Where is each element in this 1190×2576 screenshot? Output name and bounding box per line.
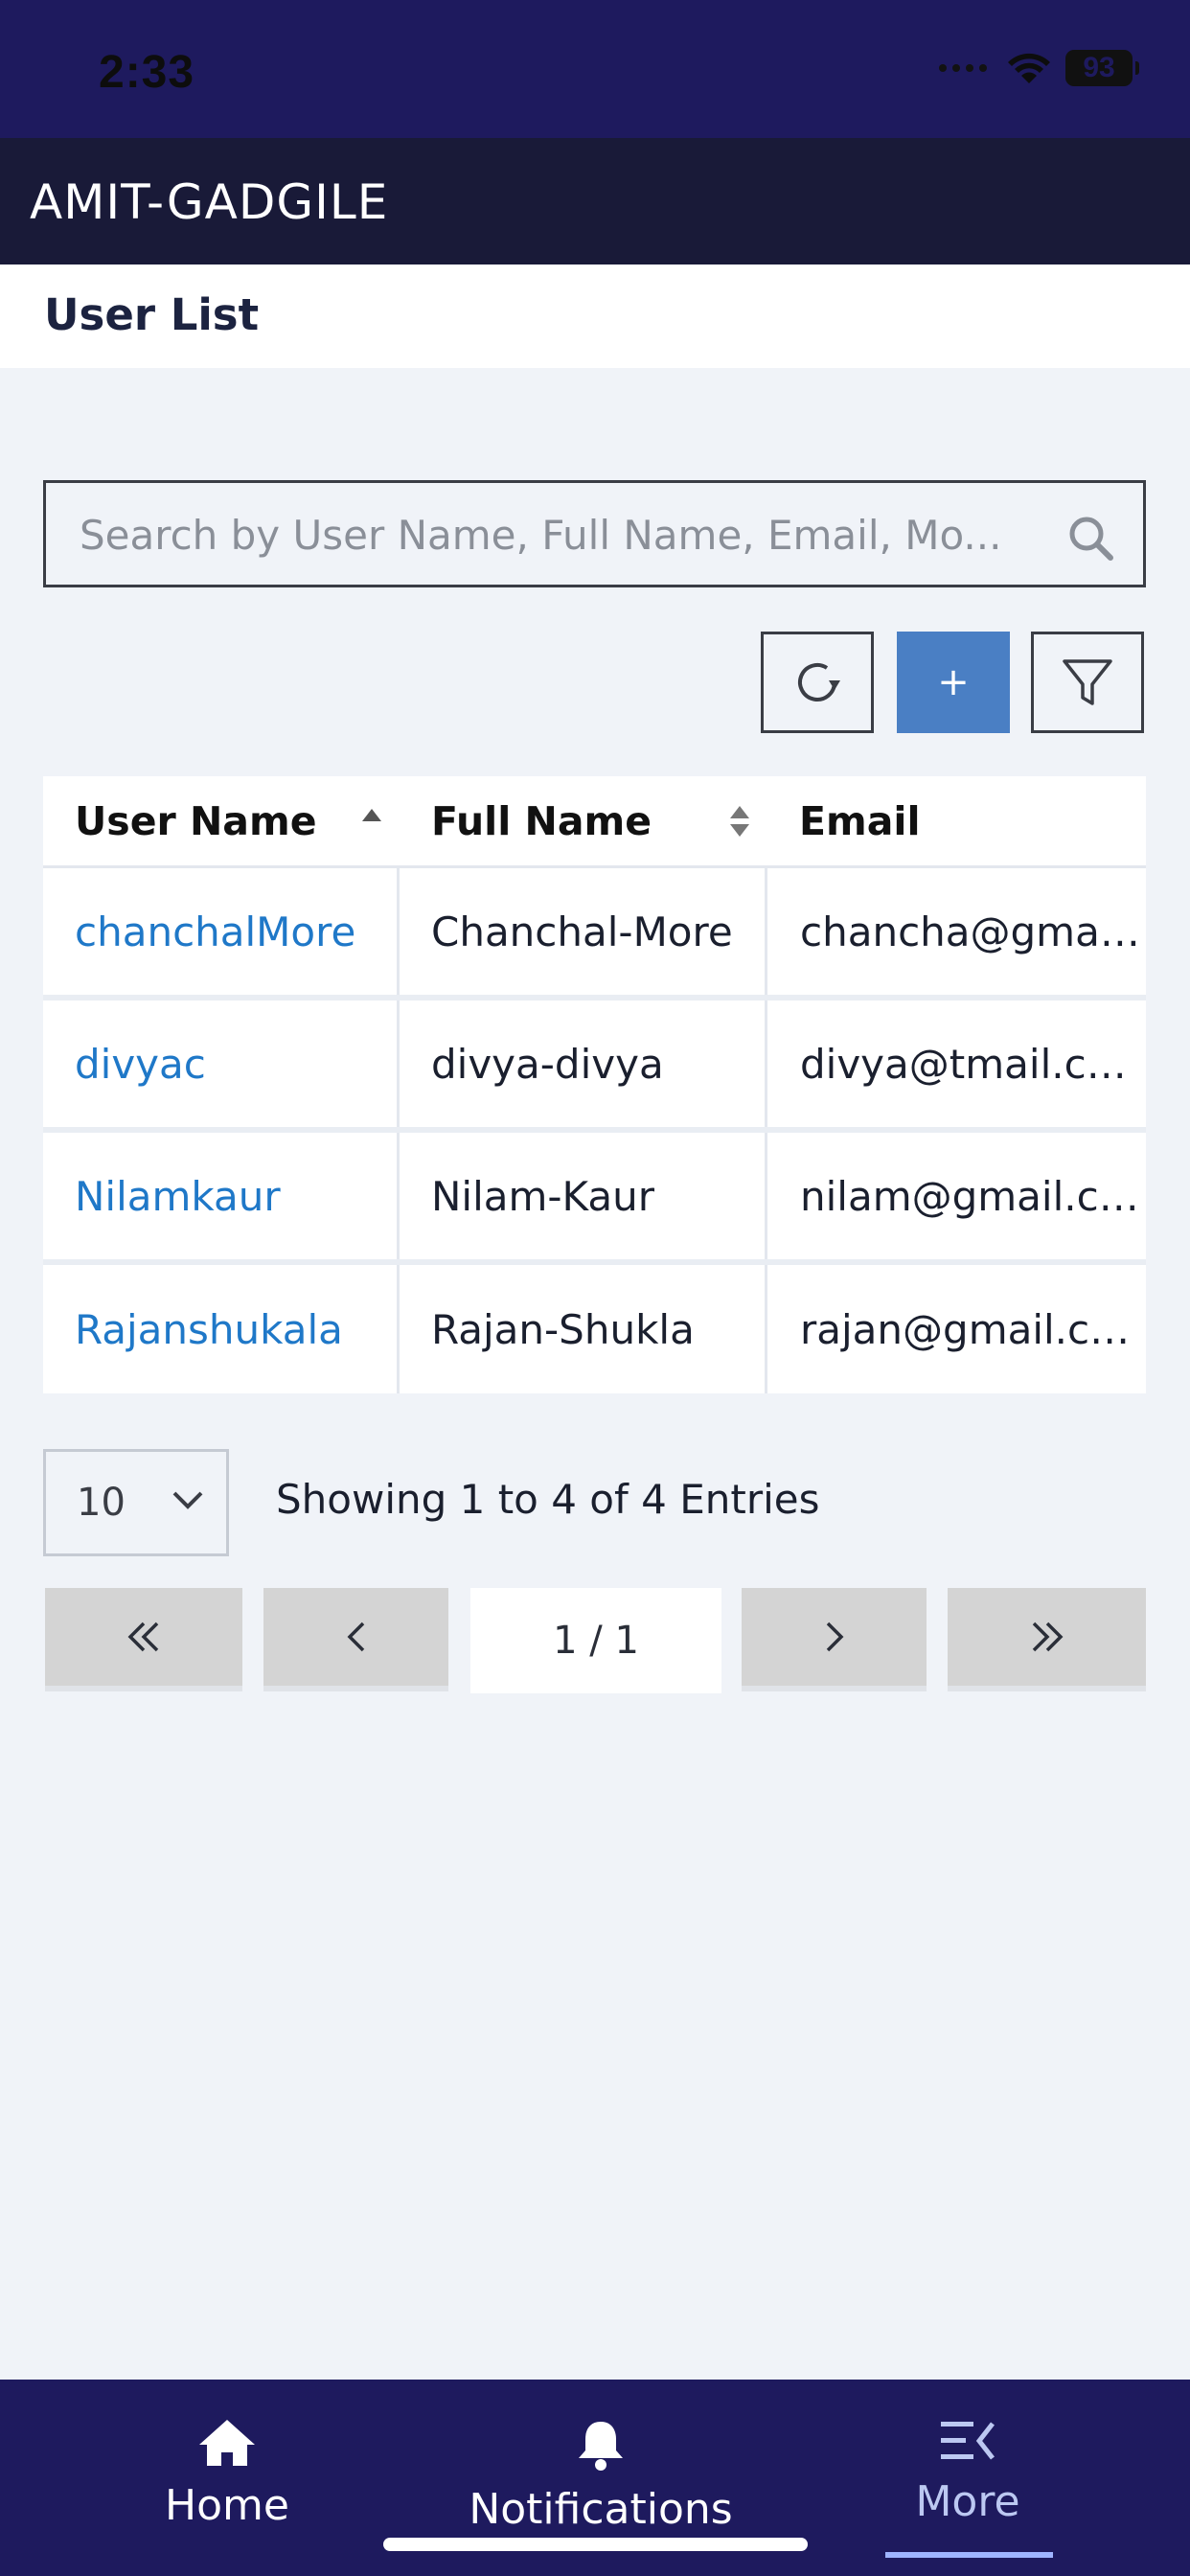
table-row: Nilamkaur Nilam-Kaur nilam@gmail.com <box>43 1133 1146 1265</box>
email-cell: divya@tmail.com <box>800 1040 1146 1088</box>
active-tab-indicator <box>885 2552 1053 2558</box>
nav-home[interactable]: Home <box>165 2418 289 2530</box>
cellular-signal-icon <box>939 64 987 72</box>
page-title: User List <box>44 289 260 340</box>
app-header: AMIT-GADGILE <box>0 138 1190 264</box>
next-page-button[interactable] <box>742 1588 927 1691</box>
page-indicator: 1 / 1 <box>470 1588 721 1693</box>
column-header-user-name[interactable]: User Name <box>43 776 400 865</box>
table-row: chanchalMore Chanchal-More chancha@gmail… <box>43 868 1146 1000</box>
double-chevron-right-icon <box>1032 1622 1063 1652</box>
page-title-bar: User List <box>0 264 1190 368</box>
last-page-button[interactable] <box>948 1588 1146 1691</box>
search-box <box>43 480 1146 587</box>
sort-ascending-icon <box>362 809 381 821</box>
double-chevron-left-icon <box>127 1622 159 1652</box>
filter-button[interactable] <box>1031 632 1144 733</box>
column-header-label: User Name <box>75 797 317 844</box>
add-user-button[interactable]: + <box>897 632 1010 733</box>
nav-home-label: Home <box>165 2481 289 2530</box>
email-cell: rajan@gmail.com <box>800 1305 1146 1353</box>
menu-collapse-icon <box>941 2422 995 2460</box>
user-table: User Name Full Name Email chanchalMore C… <box>43 776 1146 1393</box>
nav-more-label: More <box>915 2477 1020 2526</box>
search-icon[interactable] <box>1066 514 1114 562</box>
wifi-icon <box>1008 53 1050 83</box>
column-header-email[interactable]: Email <box>767 776 1146 865</box>
entries-info: Showing 1 to 4 of 4 Entries <box>276 1476 820 1523</box>
chevron-right-icon <box>826 1622 843 1652</box>
status-bar: 2:33 93 <box>0 0 1190 138</box>
chevron-down-icon <box>172 1491 203 1509</box>
column-header-label: Email <box>799 797 921 844</box>
home-indicator[interactable] <box>383 2538 808 2551</box>
search-input[interactable] <box>80 508 1028 562</box>
refresh-button[interactable] <box>761 632 874 733</box>
full-name-cell: divya-divya <box>431 1040 664 1088</box>
user-name-link[interactable]: divyac <box>75 1041 206 1088</box>
email-cell: nilam@gmail.com <box>800 1172 1146 1220</box>
first-page-button[interactable] <box>45 1588 242 1691</box>
home-icon <box>199 2420 255 2466</box>
email-cell: chancha@gmail.c.. <box>800 908 1146 955</box>
bell-icon <box>579 2422 623 2471</box>
status-time: 2:33 <box>99 47 195 98</box>
previous-page-button[interactable] <box>263 1588 448 1691</box>
nav-more[interactable]: More <box>901 2418 1035 2526</box>
app-title: AMIT-GADGILE <box>30 174 389 230</box>
sort-icon <box>730 806 749 837</box>
column-header-full-name[interactable]: Full Name <box>400 776 767 865</box>
page-size-value: 10 <box>77 1481 126 1525</box>
refresh-icon <box>798 662 840 702</box>
chevron-left-icon <box>347 1622 364 1652</box>
battery-icon: 93 <box>1065 50 1139 86</box>
status-icons: 93 <box>939 50 1139 86</box>
full-name-cell: Rajan-Shukla <box>431 1305 695 1353</box>
full-name-cell: Nilam-Kaur <box>431 1172 654 1220</box>
add-button-label: + <box>937 660 970 704</box>
table-row: Rajanshukala Rajan-Shukla rajan@gmail.co… <box>43 1265 1146 1393</box>
user-name-link[interactable]: chanchalMore <box>75 908 355 955</box>
table-row: divyac divya-divya divya@tmail.com <box>43 1000 1146 1133</box>
user-name-link[interactable]: Nilamkaur <box>75 1173 281 1220</box>
filter-icon <box>1063 659 1112 705</box>
column-header-label: Full Name <box>431 797 652 844</box>
table-header: User Name Full Name Email <box>43 776 1146 868</box>
full-name-cell: Chanchal-More <box>431 908 733 955</box>
page-size-select[interactable]: 10 <box>43 1449 229 1556</box>
nav-notifications-label: Notifications <box>469 2485 733 2534</box>
nav-notifications[interactable]: Notifications <box>469 2418 733 2534</box>
user-name-link[interactable]: Rajanshukala <box>75 1306 343 1353</box>
